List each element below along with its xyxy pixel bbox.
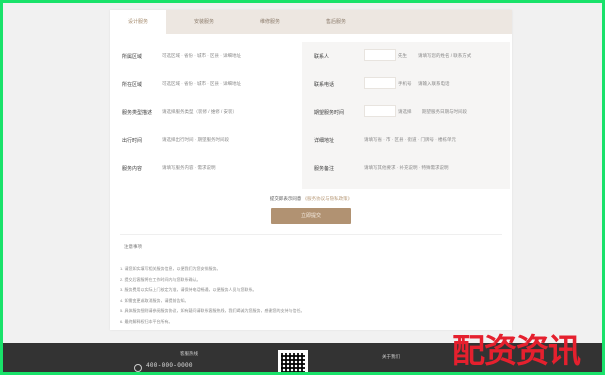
- form-left-column: 所属区域 可选区域 · 省份 · 城市 · 区县 · 详细地址 所在区域 可选区…: [110, 42, 300, 182]
- agreement-line: 提交即表示同意 《服务协议与隐私政策》: [110, 196, 512, 202]
- note-item: 1. 请您如实填写相关服务信息，以便我们为您安排服务。: [120, 266, 221, 271]
- form-right-column: 联系人 先生 请填写您的姓名 / 联系方式 联系电话 手机号 请输入联系电话 期…: [302, 42, 510, 189]
- phone-type: 手机号: [398, 81, 412, 86]
- watermark-text: 配资资讯: [452, 331, 581, 370]
- contact-name-field[interactable]: [364, 49, 396, 61]
- time-select[interactable]: 请选择: [398, 109, 412, 115]
- form-row[interactable]: 服务备注 请填写其他要求 · 补充说明 · 特殊需求说明: [302, 154, 510, 182]
- phone-icon: [134, 364, 142, 372]
- notes-list: 1. 请您如实填写相关服务信息，以便我们为您安排服务。 2. 提交后客服将在工作…: [120, 264, 500, 327]
- tab-repair[interactable]: 维修服务: [242, 10, 298, 34]
- title-select[interactable]: 先生: [398, 53, 407, 59]
- note-item: 6. 最终解释权归本平台所有。: [120, 318, 173, 324]
- note-item: 2. 提交后客服将在工作时间内与您联系确认。: [120, 276, 201, 282]
- tab-aftersales[interactable]: 售后服务: [308, 10, 364, 34]
- field-label: 服务内容: [122, 166, 143, 172]
- note-item: 4. 如需变更或取消服务，请提前告知。: [120, 297, 189, 303]
- field-label: 所属区域: [122, 54, 143, 60]
- submit-button[interactable]: 立即提交: [271, 208, 351, 224]
- service-content-input[interactable]: 请填写服务内容 · 需求说明: [162, 165, 216, 171]
- field-hint: 期望服务日期与时间段: [422, 109, 467, 114]
- field-hint: 请输入联系电话: [418, 81, 450, 86]
- service-form-card: 设计服务 安装服务 维修服务 售后服务 所属区域 可选区域 · 省份 · 城市 …: [110, 10, 512, 330]
- area-select[interactable]: 可选区域 · 省份 · 城市 · 区县 · 详细地址: [162, 81, 241, 87]
- qr-code-icon: [281, 353, 305, 373]
- qr-code: [278, 350, 308, 375]
- remark-input[interactable]: 请填写其他要求 · 补充说明 · 特殊需求说明: [364, 165, 449, 171]
- field-label: 服务备注: [314, 166, 335, 172]
- form-row[interactable]: 联系人 先生 请填写您的姓名 / 联系方式: [302, 42, 510, 70]
- date-field[interactable]: [364, 105, 396, 117]
- form-row[interactable]: 出行时间 请选择出行时间 · 期望服务时间段: [110, 126, 300, 154]
- note-item: 3. 服务费用以实际上门核定为准，请保持电话畅通，以便服务人员与您联系。: [120, 287, 257, 292]
- form-row[interactable]: 所在区域 可选区域 · 省份 · 城市 · 区县 · 详细地址: [110, 70, 300, 98]
- field-label: 联系人: [314, 54, 330, 60]
- form-row[interactable]: 联系电话 手机号 请输入联系电话: [302, 70, 510, 98]
- form-row[interactable]: 服务内容 请填写服务内容 · 需求说明: [110, 154, 300, 182]
- field-label: 联系电话: [314, 82, 335, 88]
- form-row[interactable]: 详细地址 请填写省 · 市 · 区县 · 街道 · 门牌号 · 楼栋单元: [302, 126, 510, 154]
- hotline-number[interactable]: 400-000-0000: [146, 362, 193, 369]
- agreement-prefix: 提交即表示同意: [269, 196, 302, 201]
- address-input[interactable]: 请填写省 · 市 · 区县 · 街道 · 门牌号 · 楼栋单元: [364, 137, 456, 143]
- divider: [120, 234, 502, 235]
- field-label: 服务类型描述: [122, 110, 153, 116]
- field-label: 所在区域: [122, 82, 143, 88]
- tab-install[interactable]: 安装服务: [176, 10, 232, 34]
- about-link[interactable]: 关于我们: [382, 354, 400, 360]
- field-label: 出行时间: [122, 138, 143, 144]
- hotline-label: 客服热线: [180, 351, 198, 356]
- tab-design[interactable]: 设计服务: [110, 10, 166, 34]
- region-select[interactable]: 可选区域 · 省份 · 城市 · 区县 · 详细地址: [162, 53, 241, 59]
- note-item: 5. 具体服务细则请参阅服务协议，如有疑问请联系客服热线，我们竭诚为您服务，感谢…: [120, 308, 305, 313]
- form-row[interactable]: 服务类型描述 请选择服务类型（装修 / 维修 / 安装）: [110, 98, 300, 126]
- service-type-select[interactable]: 请选择服务类型（装修 / 维修 / 安装）: [162, 109, 237, 115]
- tab-bar: 设计服务 安装服务 维修服务 售后服务: [110, 10, 512, 34]
- field-hint: 请填写您的姓名 / 联系方式: [418, 53, 472, 58]
- field-label: 详细地址: [314, 138, 335, 144]
- travel-time-input[interactable]: 请选择出行时间 · 期望服务时间段: [162, 137, 229, 143]
- notes-title: 注意事项: [124, 244, 142, 249]
- form-row[interactable]: 期望服务时间 请选择 期望服务日期与时间段: [302, 98, 510, 126]
- phone-field[interactable]: [364, 77, 396, 89]
- field-label: 期望服务时间: [314, 110, 345, 116]
- form-row[interactable]: 所属区域 可选区域 · 省份 · 城市 · 区县 · 详细地址: [110, 42, 300, 70]
- agreement-link[interactable]: 《服务协议与隐私政策》: [303, 196, 353, 201]
